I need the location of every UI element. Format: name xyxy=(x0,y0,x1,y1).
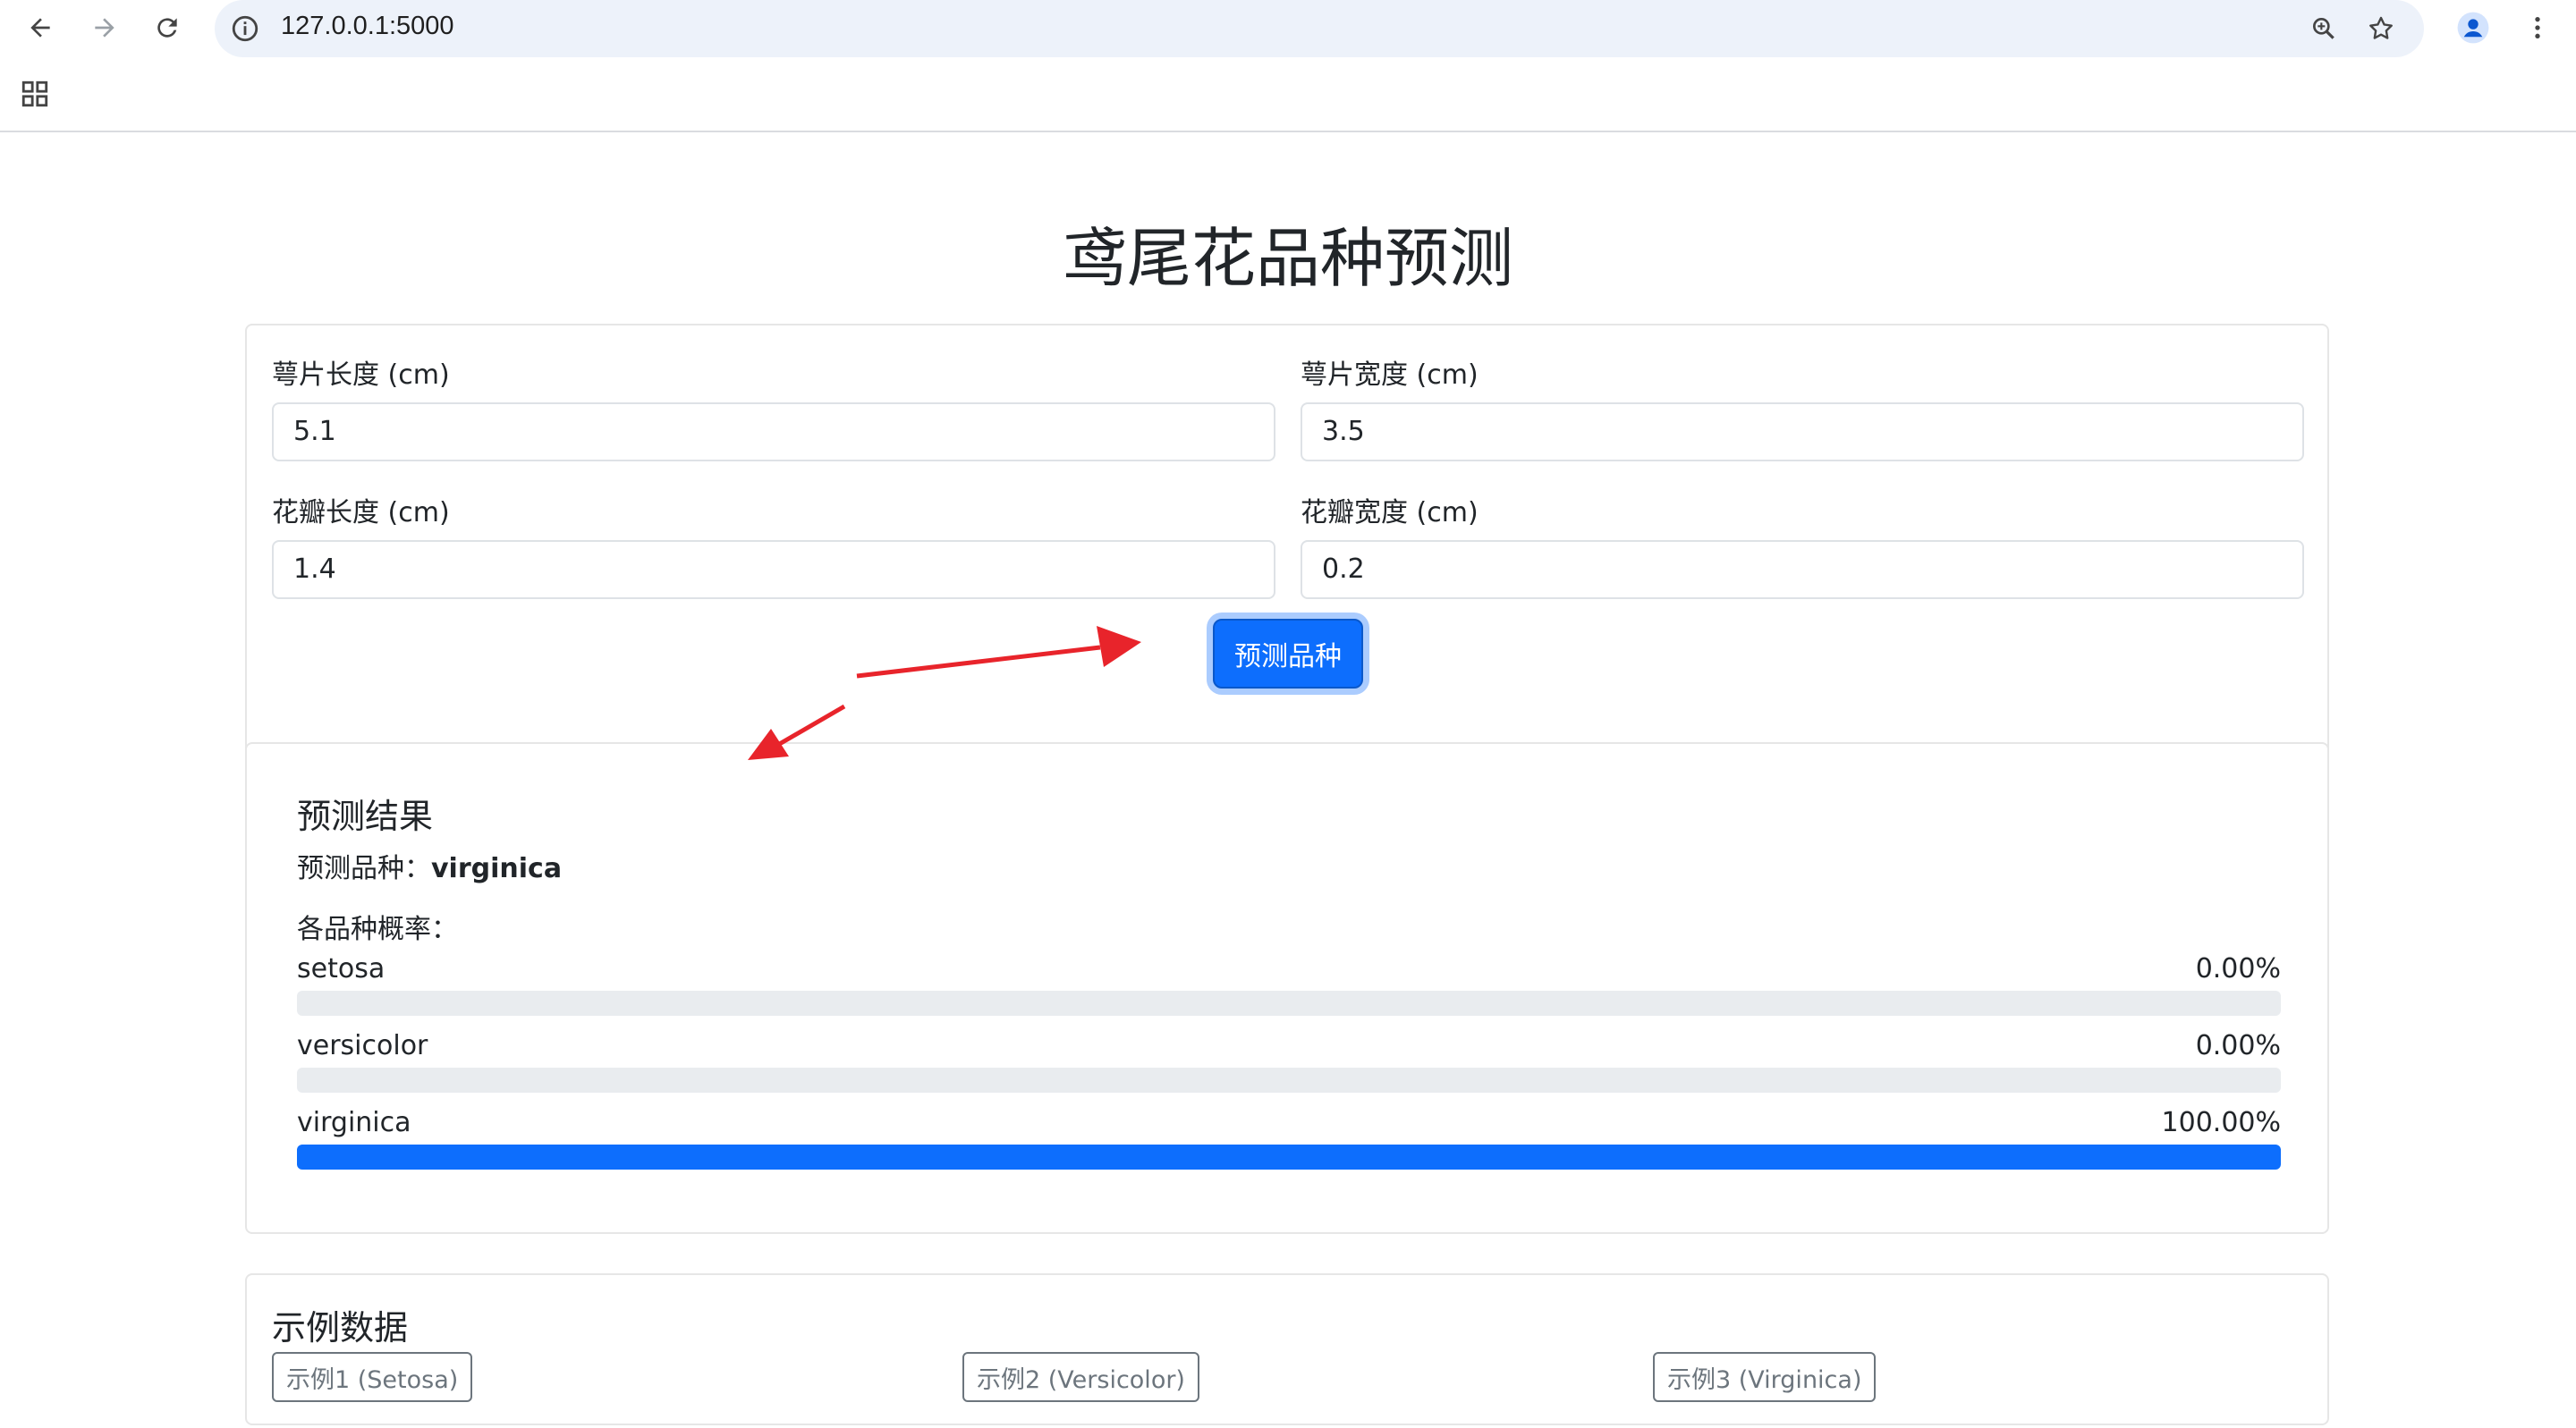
profile-icon[interactable] xyxy=(2454,9,2492,46)
result-title: 预测结果 xyxy=(297,797,434,836)
probability-row-virginica: virginica 100.00% xyxy=(297,1107,2281,1179)
probability-bar-fill xyxy=(297,1145,2281,1170)
probabilities-heading: 各品种概率： xyxy=(297,914,458,945)
prediction-result-card: 预测结果 预测品种：virginica 各品种概率： setosa 0.00% … xyxy=(245,742,2329,1234)
sepal-length-label: 萼片长度 (cm) xyxy=(272,359,450,391)
probability-name: setosa xyxy=(297,953,386,984)
example-versicolor-button[interactable]: 示例2 (Versicolor) xyxy=(962,1352,1199,1402)
probability-bar-track xyxy=(297,1145,2281,1170)
petal-width-label: 花瓣宽度 (cm) xyxy=(1301,497,1479,528)
reload-icon[interactable] xyxy=(148,9,186,46)
predicted-species-line: 预测品种：virginica xyxy=(297,846,562,885)
predict-button[interactable]: 预测品种 xyxy=(1213,619,1363,689)
sepal-width-label: 萼片宽度 (cm) xyxy=(1301,359,1479,391)
bookmark-star-icon[interactable] xyxy=(2363,11,2399,46)
example-setosa-button[interactable]: 示例1 (Setosa) xyxy=(272,1352,473,1402)
petal-width-input[interactable]: 0.2 xyxy=(1301,540,2304,599)
page-title: 鸢尾花品种预测 xyxy=(1062,221,1513,296)
probability-value: 0.00% xyxy=(2195,1030,2281,1061)
examples-title: 示例数据 xyxy=(272,1308,409,1348)
address-bar[interactable]: 127.0.0.1:5000 xyxy=(215,0,2424,57)
petal-length-label: 花瓣长度 (cm) xyxy=(272,497,450,528)
page-content: 鸢尾花品种预测 萼片长度 (cm) 5.1 萼片宽度 (cm) 3.5 花瓣长度… xyxy=(0,132,2576,1428)
probability-name: virginica xyxy=(297,1107,411,1138)
sepal-length-input[interactable]: 5.1 xyxy=(272,402,1275,461)
probability-value: 100.00% xyxy=(2161,1107,2281,1138)
petal-length-input[interactable]: 1.4 xyxy=(272,540,1275,599)
probability-name: versicolor xyxy=(297,1030,428,1061)
sepal-width-input[interactable]: 3.5 xyxy=(1301,402,2304,461)
probability-row-setosa: setosa 0.00% xyxy=(297,953,2281,1025)
back-arrow-icon[interactable] xyxy=(21,9,59,46)
forward-arrow-icon[interactable] xyxy=(86,9,123,46)
probability-value: 0.00% xyxy=(2195,953,2281,984)
site-info-icon[interactable] xyxy=(227,11,263,46)
browser-toolbar: 127.0.0.1:5000 xyxy=(0,0,2576,57)
more-menu-icon[interactable] xyxy=(2519,9,2556,46)
probability-row-versicolor: versicolor 0.00% xyxy=(297,1030,2281,1102)
url-text[interactable]: 127.0.0.1:5000 xyxy=(281,12,454,41)
browser-chrome: 127.0.0.1:5000 xyxy=(0,0,2576,132)
apps-grid-icon[interactable] xyxy=(20,79,50,109)
zoom-icon[interactable] xyxy=(2306,11,2342,46)
example-virginica-button[interactable]: 示例3 (Virginica) xyxy=(1653,1352,1877,1402)
bookmarks-bar xyxy=(0,72,2576,118)
predicted-species-value: virginica xyxy=(431,853,563,884)
probability-bar-track xyxy=(297,1068,2281,1093)
predicted-species-prefix: 预测品种： xyxy=(297,853,431,884)
probability-bar-track xyxy=(297,991,2281,1016)
examples-card: 示例数据 示例1 (Setosa) 示例2 (Versicolor) 示例3 (… xyxy=(245,1273,2329,1425)
